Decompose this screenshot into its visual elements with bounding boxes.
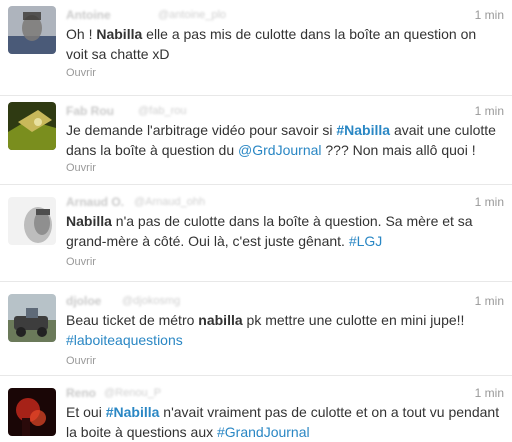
tweet-item[interactable]: Fab Rou @fab_rou 1 min Je demande l'arbi… xyxy=(0,96,512,185)
tweet-timeline: Antoine @antoine_plo 1 min Oh ! Nabilla … xyxy=(0,0,512,441)
tweet-timestamp[interactable]: 1 min xyxy=(475,294,504,308)
author-name[interactable]: Antoine xyxy=(66,8,111,22)
mention-keyword: Nabilla xyxy=(66,213,112,229)
tweet-item[interactable]: Reno @Renou_P 1 min Et oui #Nabilla n'av… xyxy=(0,376,512,441)
avatar[interactable] xyxy=(8,388,56,436)
author-name[interactable]: Fab Rou xyxy=(66,104,114,118)
mention-keyword: nabilla xyxy=(198,312,243,328)
text-segment: Je demande l'arbitrage vidéo pour savoir… xyxy=(66,122,337,138)
hashtag-link[interactable]: #Nabilla xyxy=(336,122,390,138)
text-segment: pk mettre une culotte en mini jupe!! xyxy=(242,312,465,328)
hashtag-link[interactable]: #GrandJournal xyxy=(217,424,310,440)
author-handle[interactable]: @antoine_plo xyxy=(158,9,226,21)
tweet-timestamp[interactable]: 1 min xyxy=(475,104,504,118)
tweet-timestamp[interactable]: 1 min xyxy=(475,386,504,400)
text-segment: ??? Non mais allô quoi ! xyxy=(321,142,476,158)
tweet-item[interactable]: Antoine @antoine_plo 1 min Oh ! Nabilla … xyxy=(0,0,512,96)
tweet-text: Et oui #Nabilla n'avait vraiment pas de … xyxy=(66,402,500,442)
hashtag-link[interactable]: #LGJ xyxy=(349,233,382,249)
tweet-timestamp[interactable]: 1 min xyxy=(475,195,504,209)
mention-link[interactable]: @GrdJournal xyxy=(238,142,321,158)
avatar[interactable] xyxy=(8,102,56,150)
author-handle[interactable]: @Arnaud_ohh xyxy=(134,196,205,208)
tweet-text: Je demande l'arbitrage vidéo pour savoir… xyxy=(66,120,500,160)
text-segment: Oh ! xyxy=(66,26,97,42)
author-name[interactable]: djoloe xyxy=(66,294,101,308)
open-link[interactable]: Ouvrir xyxy=(66,256,96,268)
text-segment: Beau ticket de métro xyxy=(66,312,199,328)
author-handle[interactable]: @Renou_P xyxy=(104,387,161,399)
open-link[interactable]: Ouvrir xyxy=(66,162,96,174)
tweet-text: Oh ! Nabilla elle a pas mis de culotte d… xyxy=(66,24,500,64)
avatar[interactable] xyxy=(8,294,56,342)
avatar[interactable] xyxy=(8,197,56,245)
tweet-item[interactable]: djoloe @djokosmg 1 min Beau ticket de mé… xyxy=(0,282,512,376)
tweet-item[interactable]: Arnaud O. @Arnaud_ohh 1 min Nabilla n'a … xyxy=(0,185,512,282)
tweet-text: Nabilla n'a pas de culotte dans la boîte… xyxy=(66,211,500,251)
open-link[interactable]: Ouvrir xyxy=(66,355,96,367)
author-handle[interactable]: @djokosmg xyxy=(122,295,180,307)
hashtag-link[interactable]: #Nabilla xyxy=(106,404,160,420)
open-link[interactable]: Ouvrir xyxy=(66,67,96,79)
text-segment: Et oui xyxy=(66,404,106,420)
hashtag-link[interactable]: #laboiteaquestions xyxy=(66,332,183,348)
avatar[interactable] xyxy=(8,6,56,54)
tweet-timestamp[interactable]: 1 min xyxy=(475,8,504,22)
mention-keyword: Nabilla xyxy=(96,26,143,42)
author-handle[interactable]: @fab_rou xyxy=(138,105,186,117)
author-name[interactable]: Arnaud O. xyxy=(66,195,124,209)
text-segment: n'a pas de culotte dans la boîte à quest… xyxy=(66,213,473,249)
tweet-text: Beau ticket de métro nabilla pk mettre u… xyxy=(66,310,500,350)
author-name[interactable]: Reno xyxy=(66,386,96,400)
